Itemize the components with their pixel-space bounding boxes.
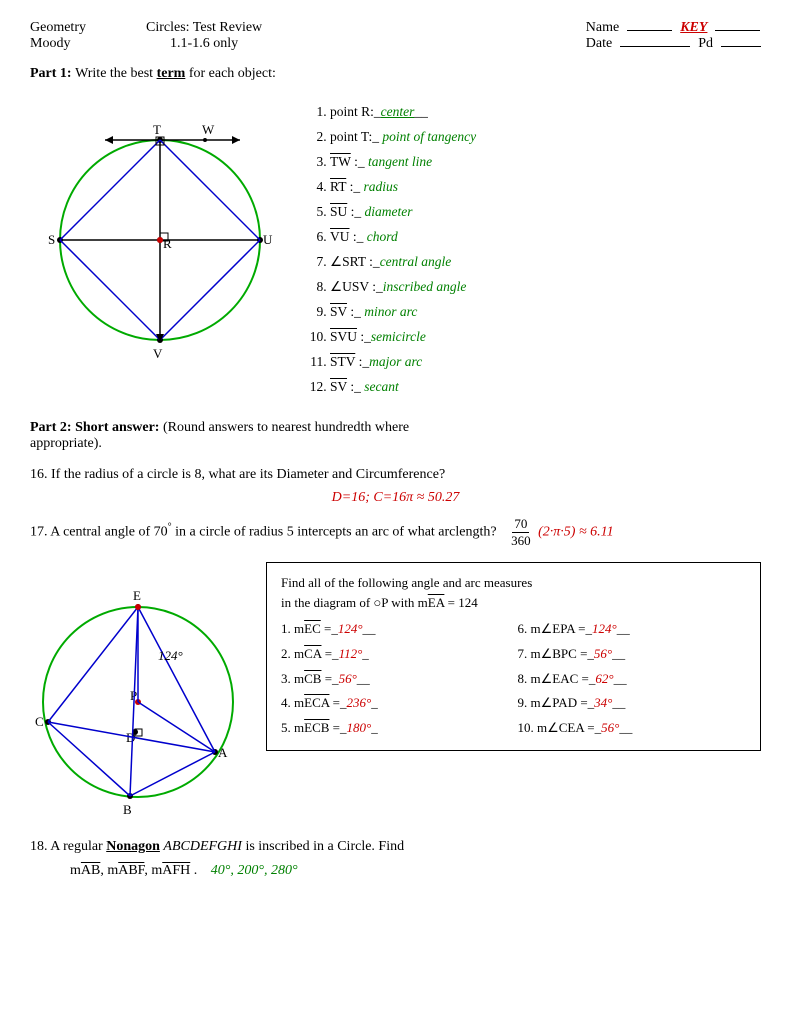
q18-answer: 40°, 200°, 280° [211, 863, 298, 878]
part1-container: R T W S U V [30, 90, 761, 400]
q17-answer: (2·π·5) ≈ 6.11 [538, 524, 613, 539]
svg-text:124°: 124° [158, 648, 183, 663]
pd-blank [721, 46, 761, 47]
part3-section: 18. A regular Nonagon ABCDEFGHI is inscr… [30, 836, 761, 878]
school-name: Geometry [30, 20, 86, 36]
q16-answer: D=16; C=16π ≈ 50.27 [30, 490, 761, 506]
diagram2-section: P E C A B D [30, 562, 761, 822]
find-item-9: 9. m∠PAD =_34°__ [518, 692, 747, 715]
term-12: SV :_ secant [330, 375, 761, 400]
answer-4: radius [363, 179, 398, 194]
answer-3: tangent line [368, 154, 432, 169]
find-box-title: Find all of the following angle and arc … [281, 573, 746, 612]
find-item-4: 4. mECA =_236°_ [281, 692, 510, 715]
title-info: Circles: Test Review 1.1-1.6 only [146, 20, 262, 52]
part2-label: Part 2: Short answer: [30, 420, 163, 435]
fraction-den: 360 [509, 533, 533, 549]
find-grid: 1. mEC =_124°__ 6. m∠EPA =_124°__ 2. mCA… [281, 618, 746, 740]
part2-instruction: (Round answers to nearest hundredth wher… [163, 420, 409, 435]
svg-text:T: T [153, 122, 161, 137]
q16-question: 16. If the radius of a circle is 8, what… [30, 464, 761, 486]
term-10: SVU :_semicircle [330, 325, 761, 350]
find-item-3: 3. mCB =_56°__ [281, 668, 510, 691]
term-6: VU :_ chord [330, 225, 761, 250]
part2-instruction2: appropriate). [30, 436, 761, 452]
q18-question: 18. A regular Nonagon ABCDEFGHI is inscr… [30, 836, 761, 858]
find-item-8: 8. m∠EAC =_62°__ [518, 668, 747, 691]
svg-text:W: W [202, 122, 215, 137]
fraction-num: 70 [512, 516, 529, 533]
term-3: TW :_ tangent line [330, 150, 761, 175]
find-box: Find all of the following angle and arc … [266, 562, 761, 751]
q16-answer-text: D=16; C=16π ≈ 50.27 [332, 490, 460, 505]
answer-12: secant [364, 379, 399, 394]
nonagon-label: Nonagon [106, 839, 160, 854]
term-4: RT :_ radius [330, 175, 761, 200]
answer-5: diameter [365, 204, 413, 219]
svg-text:E: E [133, 588, 141, 603]
header-left: Geometry Moody Circles: Test Review 1.1-… [30, 20, 262, 52]
date-label: Date [586, 36, 612, 52]
term-9: SV :_ minor arc [330, 300, 761, 325]
svg-text:U: U [263, 232, 273, 247]
part1-header: Part 1: Write the best term for each obj… [30, 66, 761, 82]
answer-1: center [381, 104, 415, 119]
answer-9: minor arc [364, 304, 417, 319]
answer-11: major arc [369, 354, 422, 369]
answer-7: central angle [380, 254, 452, 269]
term-1: point R:_center__ [330, 100, 761, 125]
svg-text:C: C [35, 714, 44, 729]
circle-diagram2: P E C A B D [30, 562, 250, 822]
date-blank [620, 46, 690, 47]
find-item-1: 1. mEC =_124°__ [281, 618, 510, 641]
answer-2: point of tangency [382, 129, 476, 144]
part2-section: Part 2: Short answer: (Round answers to … [30, 420, 761, 452]
terms-list: point R:_center__ point T:_ point of tan… [310, 90, 761, 400]
svg-text:S: S [48, 232, 55, 247]
find-item-5: 5. mECB =_180°_ [281, 717, 510, 740]
term-7: ∠SRT :_central angle [330, 250, 761, 275]
test-subtitle: 1.1-1.6 only [146, 36, 262, 52]
svg-text:V: V [153, 346, 163, 361]
name-line: Name KEY [586, 20, 761, 36]
name-blank [627, 30, 672, 31]
q16-num: 16. If the radius of a circle is 8, what… [30, 467, 445, 482]
q17-question: 17. A central angle of 70° in a circle o… [30, 516, 761, 548]
header-right: Name KEY Date Pd [586, 20, 761, 52]
nonagon-letters: ABCDEFGHI [163, 839, 242, 854]
term-8: ∠USV :_inscribed angle [330, 275, 761, 300]
pd-label: Pd [698, 36, 713, 52]
teacher-name: Moody [30, 36, 86, 52]
part1-label: Part 1: [30, 66, 75, 81]
part2-header: Part 2: Short answer: (Round answers to … [30, 420, 761, 436]
answer-10: semicircle [371, 329, 426, 344]
name-blank2 [715, 30, 760, 31]
svg-text:B: B [123, 802, 132, 817]
term-11: STV :_major arc [330, 350, 761, 375]
find-item-2: 2. mCA =_112°_ [281, 643, 510, 666]
test-title: Circles: Test Review [146, 20, 262, 36]
find-item-6: 6. m∠EPA =_124°__ [518, 618, 747, 641]
school-info: Geometry Moody [30, 20, 86, 52]
answer-6: chord [367, 229, 398, 244]
find-item-7: 7. m∠BPC =_56°__ [518, 643, 747, 666]
answer-8: inscribed angle [383, 279, 467, 294]
svg-text:A: A [218, 745, 228, 760]
name-label: Name [586, 20, 619, 36]
fraction-17: 70 360 [509, 516, 533, 548]
name-value: KEY [680, 20, 707, 36]
part1-instruction: Write the best term for each object: [75, 66, 276, 81]
date-line: Date Pd [586, 36, 761, 52]
circle-diagram: R T W S U V [30, 90, 290, 370]
header: Geometry Moody Circles: Test Review 1.1-… [30, 20, 761, 52]
term-5: SU :_ diameter [330, 200, 761, 225]
terms-ol: point R:_center__ point T:_ point of tan… [330, 100, 761, 400]
term-2: point T:_ point of tangency [330, 125, 761, 150]
find-item-10: 10. m∠CEA =_56°__ [518, 717, 747, 740]
q18-arcs: mAB, mABF, mAFH . 40°, 200°, 280° [70, 863, 761, 879]
